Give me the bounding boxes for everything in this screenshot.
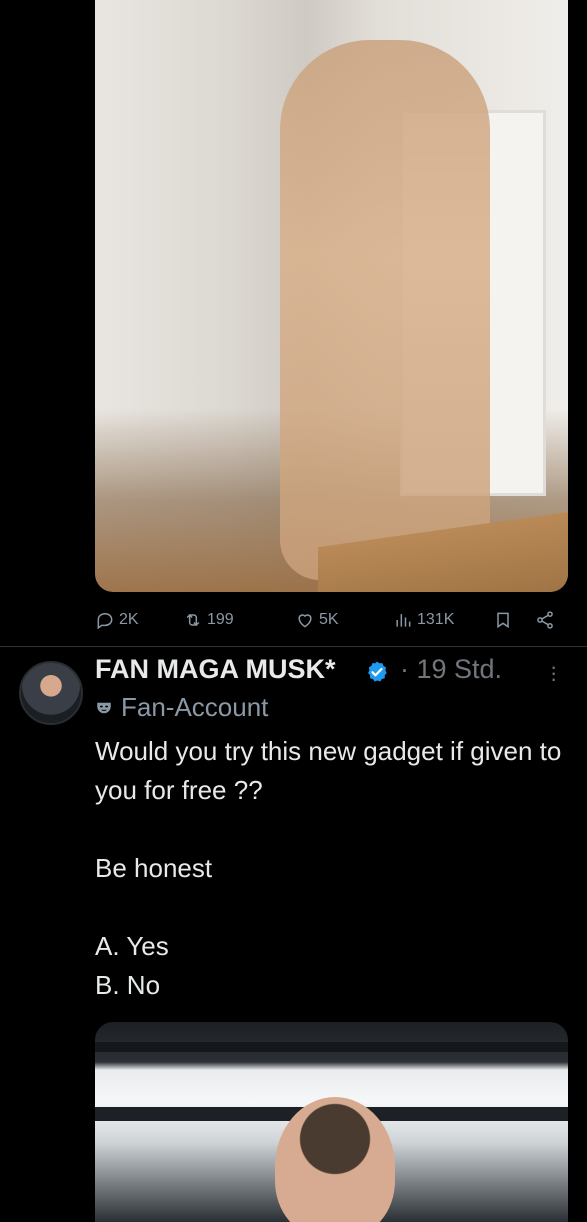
like-count: 5K — [319, 611, 339, 628]
reply-count: 2K — [119, 611, 139, 628]
views-icon — [396, 614, 411, 627]
repost-icon — [186, 613, 200, 627]
mask-icon — [97, 702, 111, 713]
share-icon — [537, 611, 553, 629]
image-roof-beam — [95, 1042, 568, 1052]
post-media-image[interactable] — [95, 1022, 568, 1222]
like-button[interactable]: 5K — [295, 610, 339, 630]
repost-count: 199 — [207, 611, 234, 628]
views-button[interactable]: 131K — [393, 610, 454, 630]
author-avatar[interactable] — [19, 661, 83, 725]
post-timestamp[interactable]: · 19 Std. — [400, 654, 502, 685]
post-action-bar: 2K 199 5K 131K — [95, 602, 568, 638]
verified-badge-icon[interactable] — [365, 660, 389, 684]
post-text: Would you try this new gadget if given t… — [95, 736, 562, 1000]
heart-icon — [298, 614, 312, 628]
reply-icon — [97, 612, 113, 630]
bookmark-icon — [497, 612, 509, 629]
views-count: 131K — [417, 611, 455, 628]
repost-button[interactable]: 199 — [183, 610, 234, 630]
image-subject — [280, 40, 490, 580]
post-image[interactable] — [95, 0, 568, 592]
author-name[interactable]: FAN MAGA MUSK* — [95, 654, 336, 685]
reply-button[interactable]: 2K — [95, 610, 139, 630]
share-button[interactable] — [535, 610, 555, 630]
account-label-text: Fan-Account — [121, 692, 269, 722]
bookmark-button[interactable] — [493, 610, 513, 630]
post-divider — [0, 646, 587, 647]
more-options-icon[interactable]: · · · — [550, 656, 557, 690]
account-label: Fan-Account — [95, 692, 268, 723]
